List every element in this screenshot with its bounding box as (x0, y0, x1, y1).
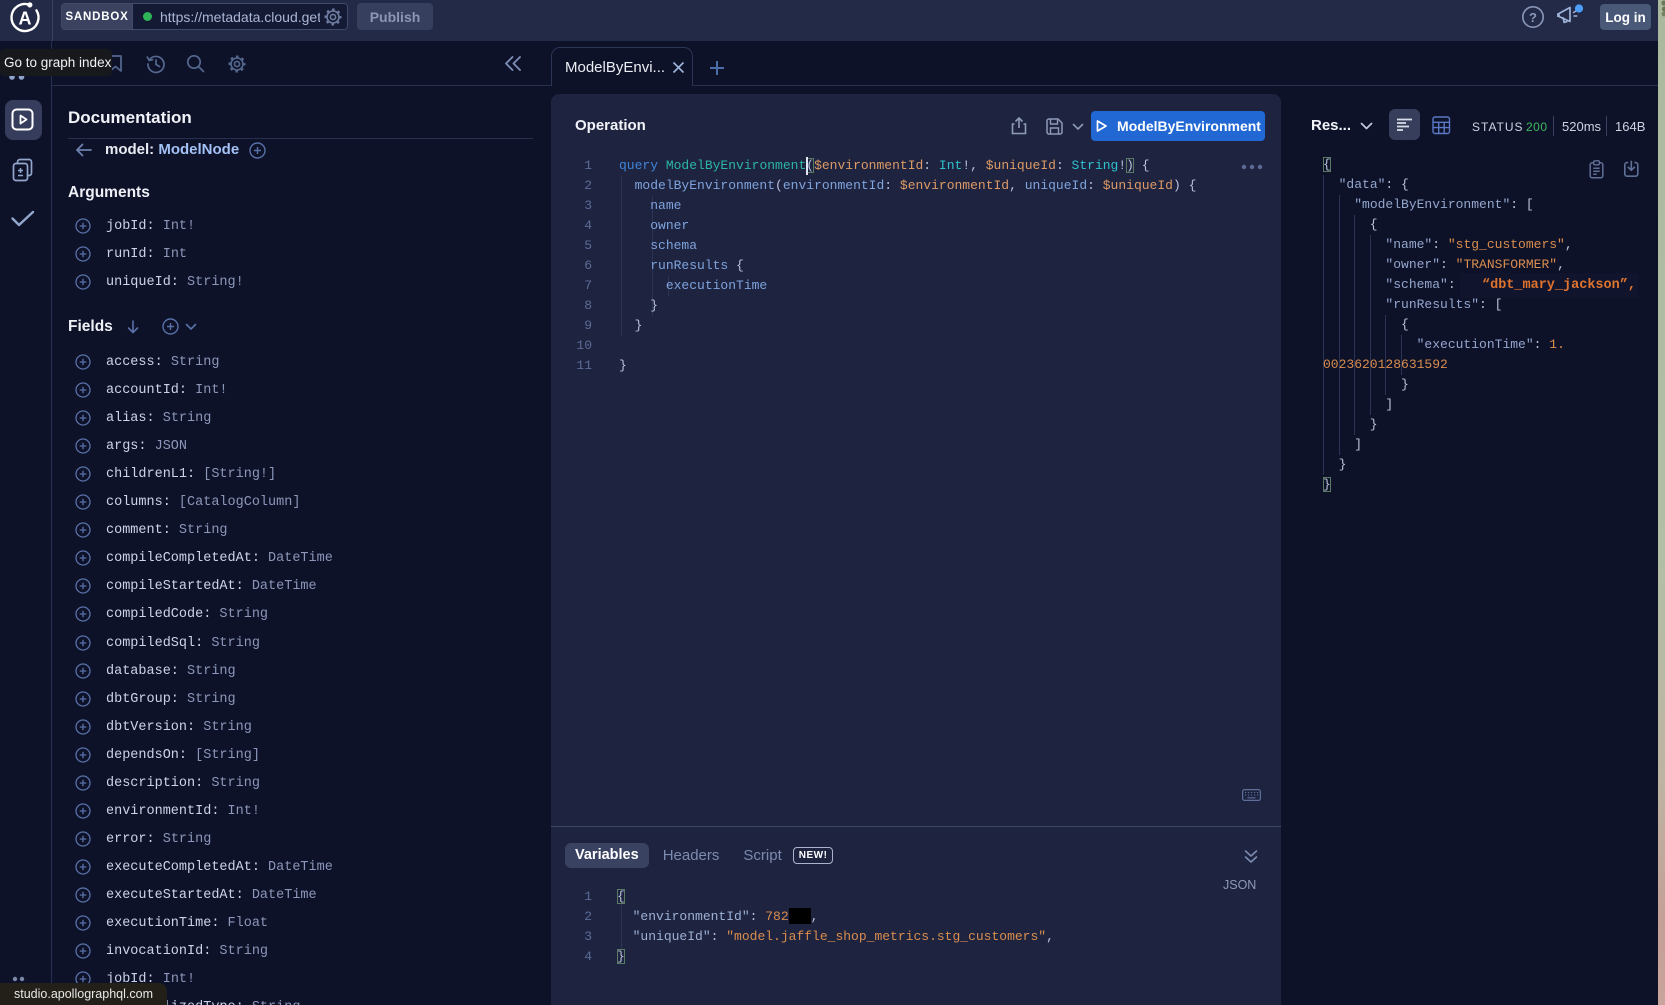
svg-text:A: A (19, 9, 32, 29)
svg-text:?: ? (1529, 10, 1537, 25)
